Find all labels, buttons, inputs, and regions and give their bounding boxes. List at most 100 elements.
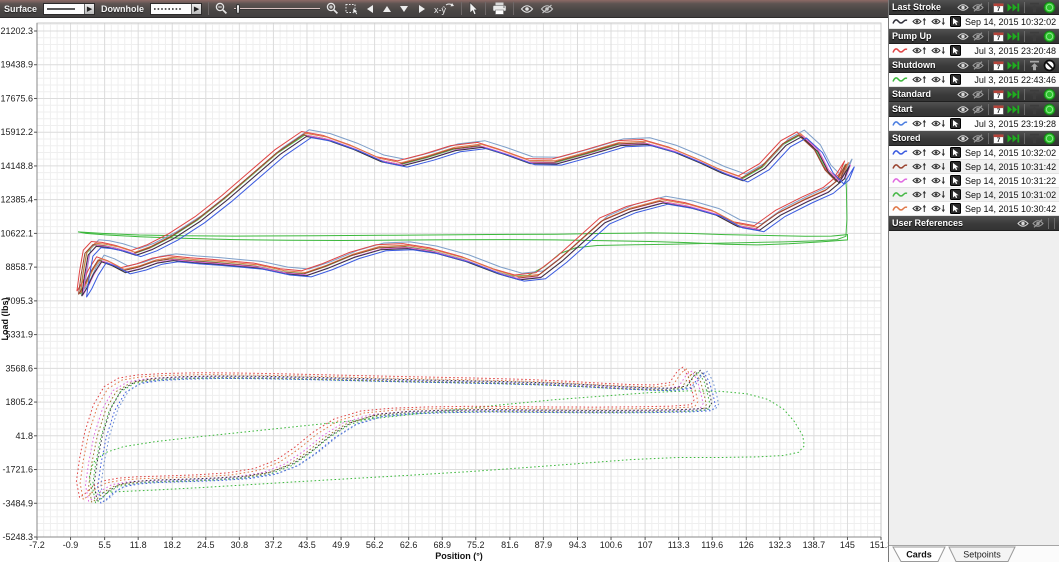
select-card-icon[interactable] [950, 45, 961, 56]
surface-combo-arrow-icon[interactable]: ▶ [84, 3, 95, 14]
card-row-start-0[interactable]: Jul 3, 2015 23:19:28 [889, 117, 1059, 131]
section-status-icon[interactable] [1043, 88, 1056, 101]
show-surface-icon[interactable] [912, 119, 927, 128]
card-row-last-stroke-0[interactable]: Sep 14, 2015 10:32:02 [889, 15, 1059, 29]
section-visible-icon[interactable] [957, 105, 969, 114]
show-downhole-icon[interactable] [931, 176, 946, 185]
show-surface-icon[interactable] [912, 75, 927, 84]
section-upload-icon[interactable] [1029, 60, 1040, 71]
section-hidden-icon[interactable] [972, 31, 984, 41]
section-status-icon[interactable] [1043, 103, 1056, 116]
section-visible-icon[interactable] [957, 3, 969, 12]
hide-all-cards-icon[interactable] [540, 1, 554, 17]
zoom-slider-handle[interactable] [236, 3, 241, 14]
section-skip-to-latest-icon[interactable] [1007, 105, 1020, 114]
show-downhole-icon[interactable] [931, 148, 946, 157]
show-surface-icon[interactable] [912, 176, 927, 185]
section-skip-to-latest-icon[interactable] [1007, 61, 1020, 70]
show-downhole-icon[interactable] [931, 46, 946, 55]
section-upload-icon[interactable] [1029, 31, 1040, 42]
select-card-icon[interactable] [950, 203, 961, 214]
downhole-style-combo[interactable]: ▶ [150, 2, 203, 15]
show-downhole-icon[interactable] [931, 190, 946, 199]
section-skip-to-latest-icon[interactable] [1007, 3, 1020, 12]
card-row-stored-2[interactable]: Sep 14, 2015 10:31:22 [889, 174, 1059, 188]
section-skip-to-latest-icon[interactable] [1007, 134, 1020, 143]
section-header-last-stroke[interactable]: Last Stroke 7 [889, 0, 1059, 15]
show-surface-icon[interactable] [912, 17, 927, 26]
section-header-standard[interactable]: Standard 7 [889, 87, 1059, 102]
section-header-start[interactable]: Start 7 [889, 102, 1059, 117]
card-row-shutdown-0[interactable]: Jul 3, 2015 22:43:46 [889, 73, 1059, 87]
card-row-stored-3[interactable]: Sep 14, 2015 10:31:02 [889, 188, 1059, 202]
zoom-out-icon[interactable] [215, 1, 228, 17]
section-hidden-icon[interactable] [972, 60, 984, 70]
show-downhole-icon[interactable] [931, 17, 946, 26]
section-calendar-icon[interactable]: 7 [993, 60, 1004, 71]
pointer-tool-icon[interactable] [468, 1, 479, 17]
section-hidden-icon[interactable] [972, 2, 984, 12]
card-row-pump-up-0[interactable]: Jul 3, 2015 23:20:48 [889, 44, 1059, 58]
section-status-icon[interactable] [1043, 1, 1056, 14]
section-header-pump-up[interactable]: Pump Up 7 [889, 29, 1059, 44]
section-calendar-icon[interactable]: 7 [993, 133, 1004, 144]
section-visible-icon[interactable] [957, 134, 969, 143]
section-hidden-icon[interactable] [972, 133, 984, 143]
section-skip-to-latest-icon[interactable] [1007, 90, 1020, 99]
select-card-icon[interactable] [950, 175, 961, 186]
card-row-stored-4[interactable]: Sep 14, 2015 10:30:42 [889, 202, 1059, 216]
pan-right-icon[interactable] [416, 1, 427, 17]
section-header-user-references[interactable]: User References [889, 216, 1059, 231]
section-upload-icon[interactable] [1029, 2, 1040, 13]
show-surface-icon[interactable] [912, 190, 927, 199]
section-status-icon[interactable] [1043, 132, 1056, 145]
select-card-icon[interactable] [950, 147, 961, 158]
show-downhole-icon[interactable] [931, 75, 946, 84]
select-card-icon[interactable] [950, 161, 961, 172]
section-header-stored[interactable]: Stored 7 [889, 131, 1059, 146]
pan-down-icon[interactable] [399, 1, 410, 17]
section-visible-icon[interactable] [1017, 219, 1029, 228]
section-status-icon[interactable] [1043, 30, 1056, 43]
select-card-icon[interactable] [950, 74, 961, 85]
zoom-region-icon[interactable] [345, 1, 359, 17]
section-visible-icon[interactable] [957, 32, 969, 41]
section-upload-icon[interactable] [1029, 104, 1040, 115]
downhole-combo-arrow-icon[interactable]: ▶ [191, 3, 202, 14]
show-downhole-icon[interactable] [931, 119, 946, 128]
show-surface-icon[interactable] [912, 46, 927, 55]
show-downhole-icon[interactable] [931, 204, 946, 213]
show-surface-icon[interactable] [912, 148, 927, 157]
card-chart-canvas[interactable]: -7.2 -0.9 5.5 11.8 18.2 24.5 30.8 37.2 43.5 49.9 5… [0, 19, 892, 562]
section-calendar-icon[interactable]: 7 [993, 2, 1004, 13]
section-hidden-icon[interactable] [1032, 218, 1044, 228]
show-surface-icon[interactable] [912, 162, 927, 171]
section-hidden-icon[interactable] [972, 89, 984, 99]
section-calendar-icon[interactable]: 7 [993, 89, 1004, 100]
section-status-icon[interactable] [1043, 59, 1056, 72]
section-calendar-icon[interactable]: 7 [993, 104, 1004, 115]
section-visible-icon[interactable] [957, 90, 969, 99]
tab-cards-label[interactable]: Cards [906, 550, 932, 560]
pan-up-icon[interactable] [382, 1, 393, 17]
select-card-icon[interactable] [950, 16, 961, 27]
show-surface-icon[interactable] [912, 204, 927, 213]
zoom-slider[interactable] [234, 3, 321, 15]
section-visible-icon[interactable] [957, 61, 969, 70]
section-skip-to-latest-icon[interactable] [1007, 32, 1020, 41]
zoom-in-icon[interactable] [326, 1, 339, 17]
show-downhole-icon[interactable] [931, 162, 946, 171]
show-all-cards-icon[interactable] [520, 1, 534, 17]
print-icon[interactable] [492, 1, 507, 17]
section-header-shutdown[interactable]: Shutdown 7 [889, 58, 1059, 73]
section-upload-icon[interactable] [1029, 89, 1040, 100]
surface-style-combo[interactable]: ▶ [43, 2, 96, 15]
tab-setpoints-label[interactable]: Setpoints [963, 550, 1001, 560]
card-row-stored-0[interactable]: Sep 14, 2015 10:32:02 [889, 146, 1059, 160]
axis-swap-icon[interactable]: x-ŷ [433, 1, 455, 17]
zoom-slider-track[interactable] [234, 7, 321, 10]
card-row-stored-1[interactable]: Sep 14, 2015 10:31:42 [889, 160, 1059, 174]
select-card-icon[interactable] [950, 118, 961, 129]
section-calendar-icon[interactable]: 7 [993, 31, 1004, 42]
pan-left-icon[interactable] [365, 1, 376, 17]
